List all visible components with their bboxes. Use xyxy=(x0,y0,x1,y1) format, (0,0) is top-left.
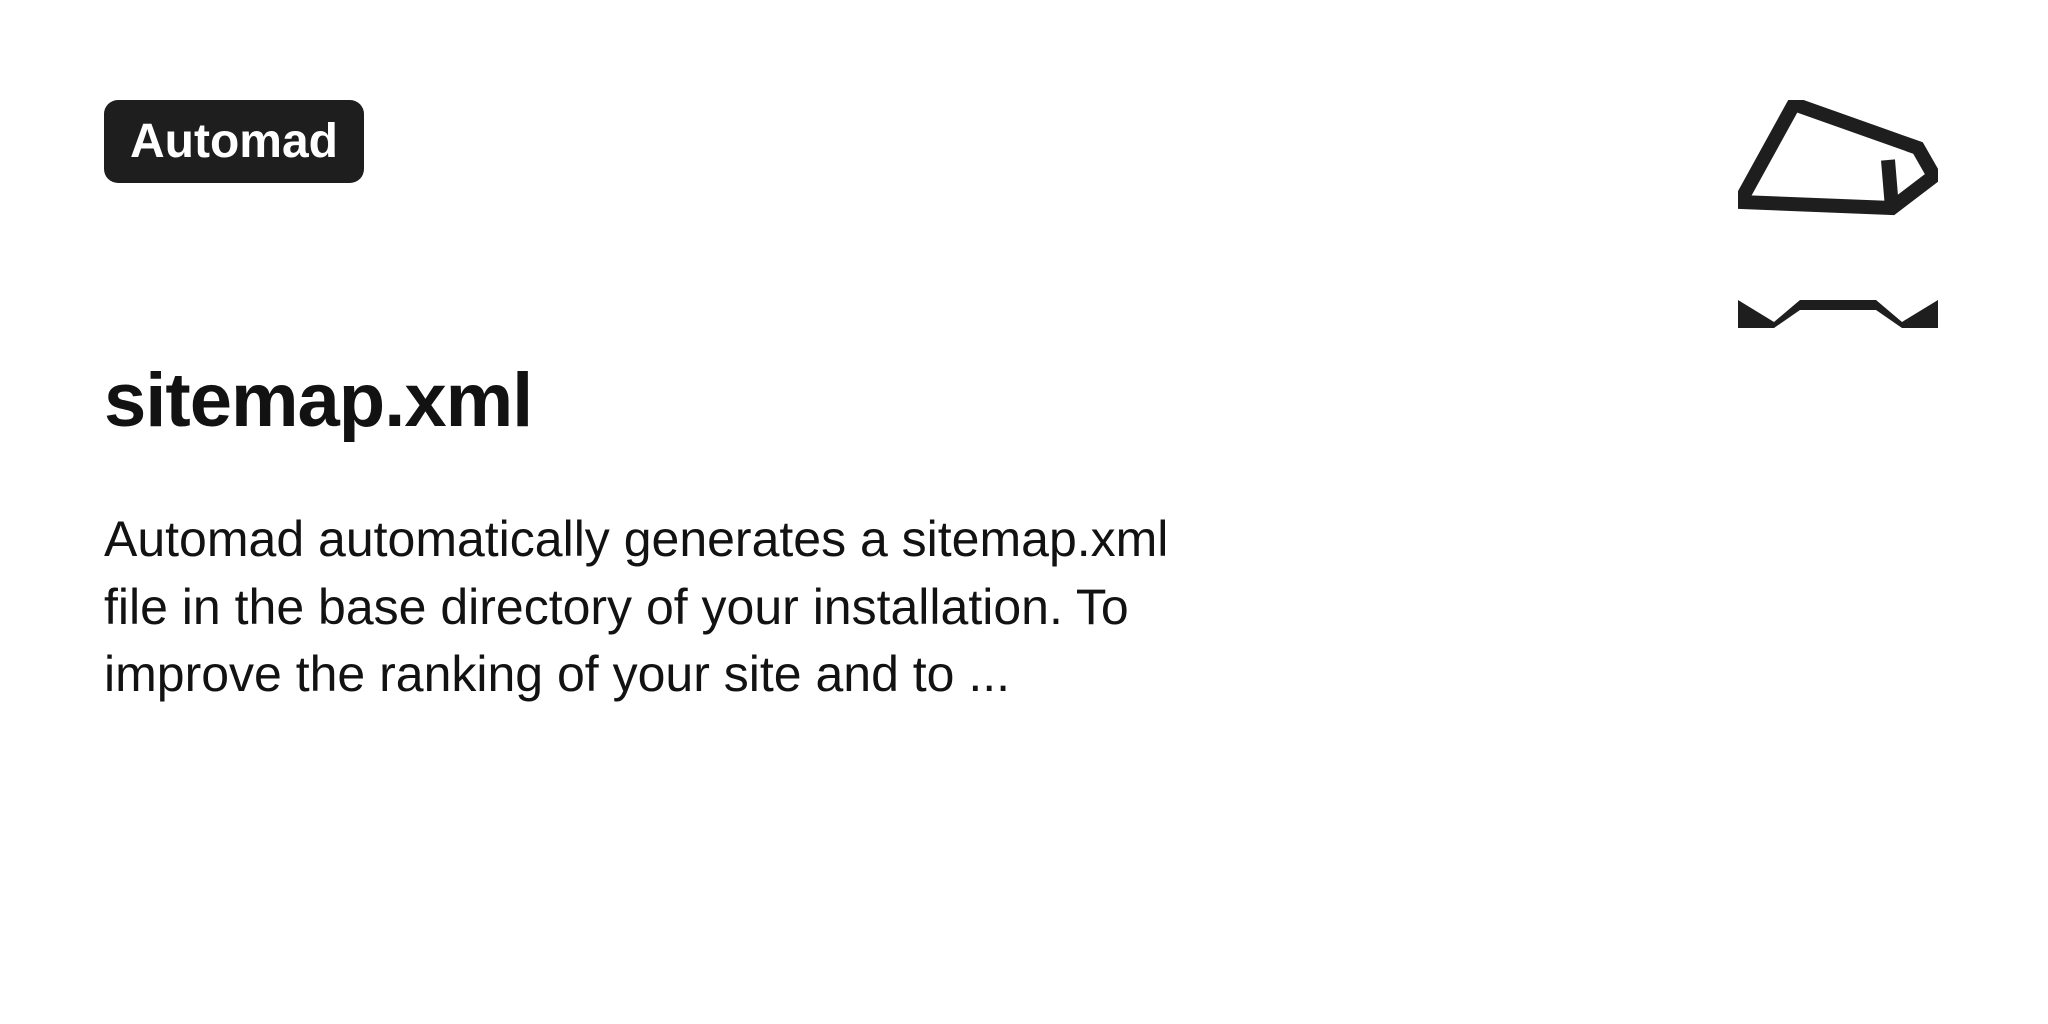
page-title: sitemap.xml xyxy=(104,357,1944,444)
brand-badge: Automad xyxy=(104,100,364,183)
page-description: Automad automatically generates a sitema… xyxy=(104,506,1214,709)
card-container: Automad sitemap.xml Automad automaticall… xyxy=(0,0,2048,1024)
automad-logo-icon xyxy=(1738,100,1938,340)
